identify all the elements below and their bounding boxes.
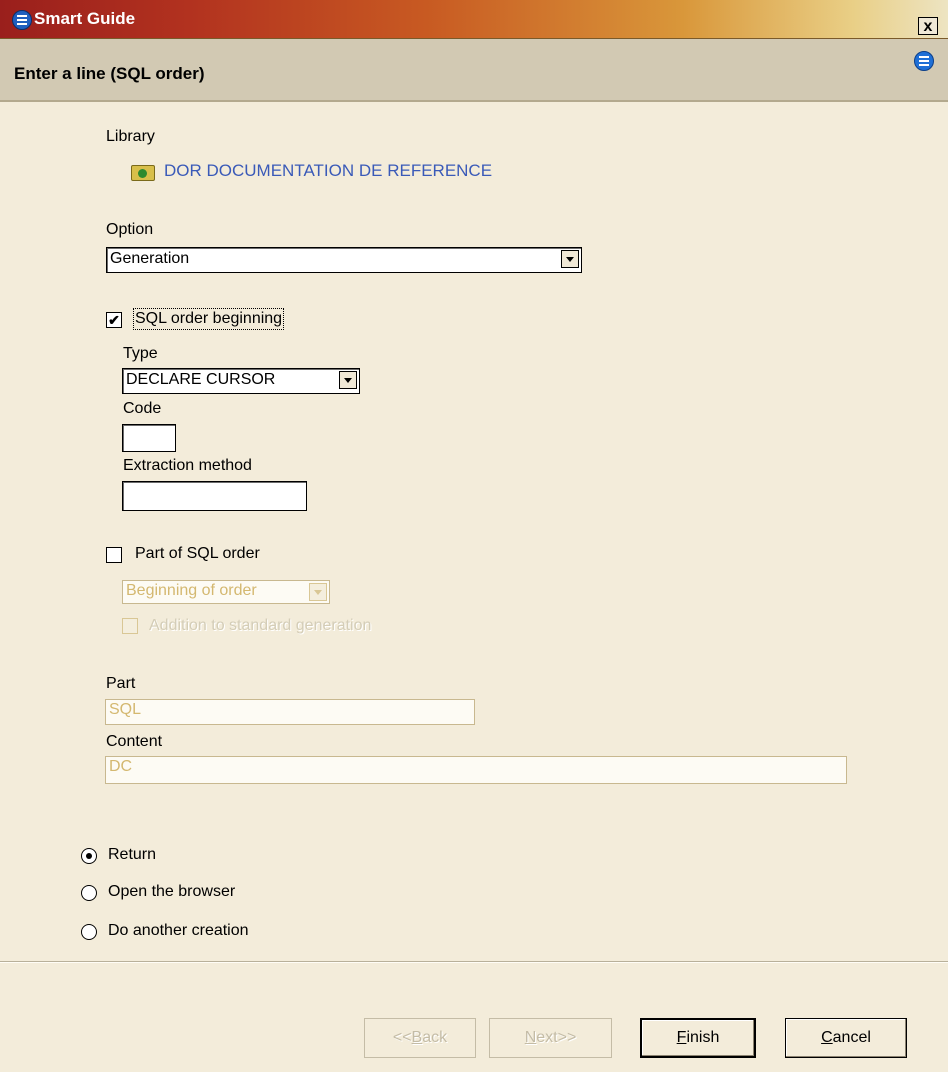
library-label: Library [106,128,155,145]
return-label[interactable]: Return [108,846,156,864]
finish-button-rest: inish [686,1029,720,1046]
code-input[interactable] [122,424,176,452]
back-button-mnemonic: B [411,1029,423,1046]
folder-icon [131,165,155,181]
help-icon[interactable] [914,51,934,71]
option-select[interactable]: Generation [106,247,582,273]
type-select[interactable]: DECLARE CURSOR [122,368,360,394]
another-creation-label[interactable]: Do another creation [108,922,249,940]
open-browser-label[interactable]: Open the browser [108,883,235,901]
cancel-button-mnemonic: C [821,1029,833,1046]
content-label: Content [106,733,163,750]
page-title: Enter a line (SQL order) [14,64,205,83]
page-header: Enter a line (SQL order) [0,39,948,102]
order-position-select[interactable]: Beginning of order [122,580,330,604]
window-title: Smart Guide [34,9,136,28]
part-of-sql-order-checkbox[interactable] [106,547,122,563]
finish-button[interactable]: Finish [640,1018,756,1058]
part-of-sql-order-label[interactable]: Part of SQL order [135,545,260,563]
back-button-rest: ack [422,1029,448,1046]
addition-checkbox[interactable] [122,618,138,634]
library-link[interactable]: DOR DOCUMENTATION DE REFERENCE [164,161,492,181]
next-button-rest: ext>> [536,1029,577,1046]
extraction-method-input[interactable] [122,481,307,511]
part-input[interactable]: SQL [105,699,475,725]
type-label: Type [123,345,158,362]
sql-order-beginning-checkbox[interactable]: ✔ [106,312,122,328]
app-icon[interactable] [12,10,32,30]
extraction-method-label: Extraction method [123,457,252,474]
sql-order-beginning-label[interactable]: SQL order beginning [132,308,285,330]
next-button[interactable]: Next>> [489,1018,612,1058]
back-button[interactable]: <<Back [364,1018,476,1058]
chevron-down-icon[interactable] [309,583,327,601]
part-label: Part [106,675,136,692]
divider [0,961,948,963]
back-button-prefix: << [392,1029,412,1046]
addition-label: Addition to standard generation [149,617,372,634]
type-selected-value: DECLARE CURSOR [126,371,276,388]
option-selected-value: Generation [110,250,190,267]
open-browser-radio[interactable] [81,885,97,901]
chevron-down-icon[interactable] [339,371,357,389]
return-radio[interactable] [81,848,97,864]
content-input[interactable]: DC [105,756,847,784]
option-label: Option [106,221,154,238]
finish-button-mnemonic: F [676,1029,687,1046]
close-button[interactable]: x [918,17,938,35]
title-bar: Smart Guide x [0,0,948,39]
next-button-mnemonic: N [524,1029,537,1046]
cancel-button[interactable]: Cancel [785,1018,907,1058]
code-label: Code [123,400,162,417]
another-creation-radio[interactable] [81,924,97,940]
order-position-selected-value: Beginning of order [126,582,257,599]
cancel-button-rest: ancel [832,1029,871,1046]
chevron-down-icon[interactable] [561,250,579,268]
